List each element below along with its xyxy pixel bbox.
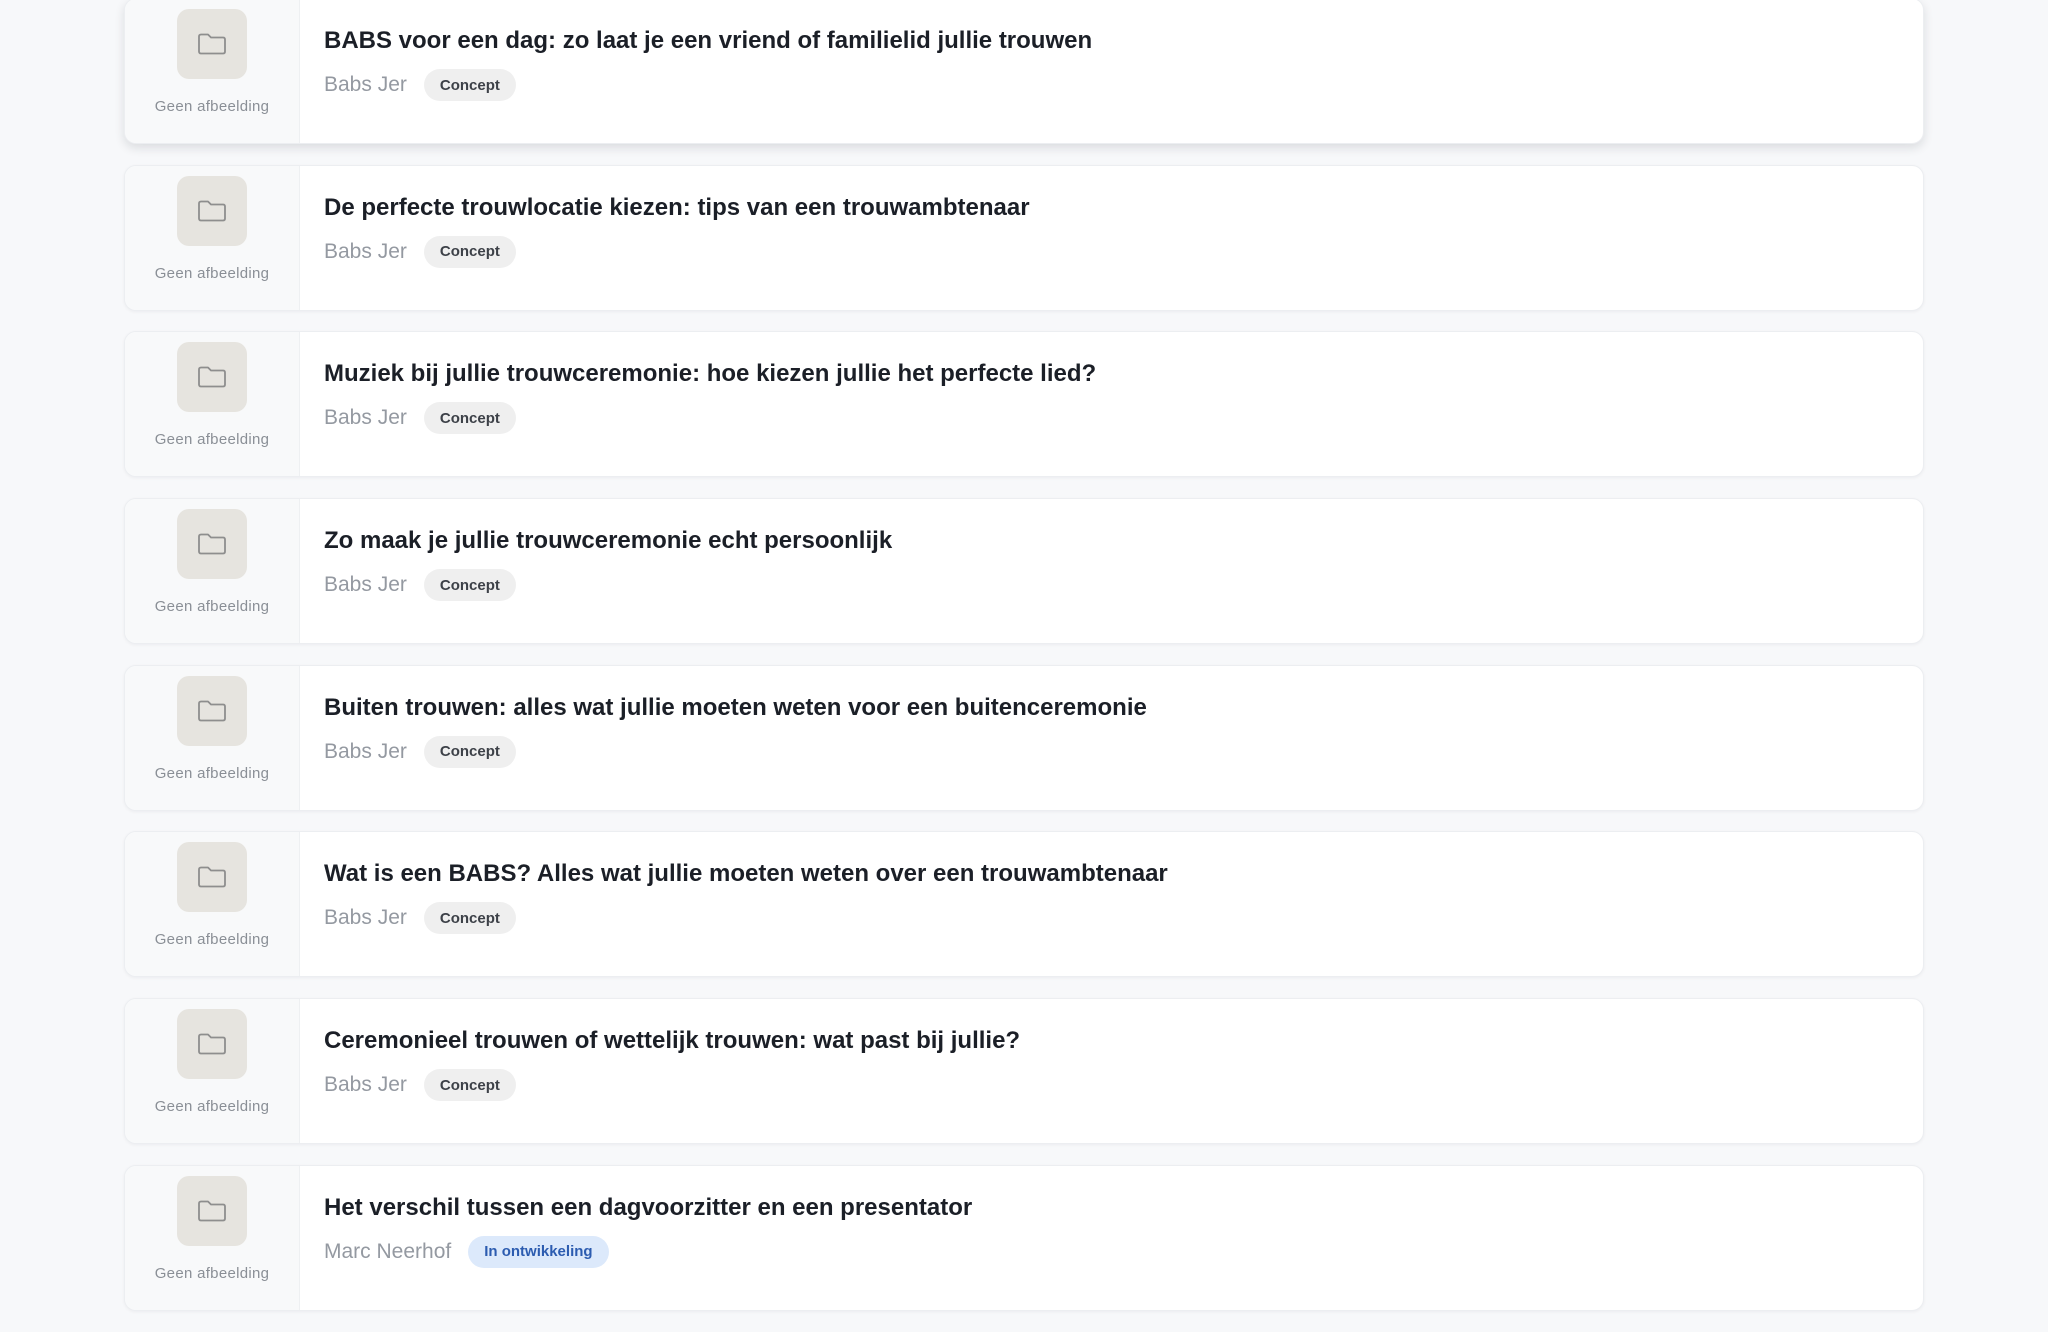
no-image-label: Geen afbeelding	[154, 1264, 270, 1282]
article-card[interactable]: Geen afbeelding De perfecte trouwlocatie…	[124, 164, 1924, 311]
no-image-label: Geen afbeelding	[154, 1098, 270, 1116]
thumbnail-placeholder: Geen afbeelding	[125, 0, 300, 143]
article-title[interactable]: BABS voor een dag: zo laat je een vriend…	[324, 25, 1923, 57]
article-author: Babs Jer	[324, 906, 407, 930]
folder-icon	[177, 842, 247, 913]
article-title[interactable]: Het verschil tussen een dagvoorzitter en…	[324, 1192, 1923, 1224]
article-author: Babs Jer	[324, 573, 407, 597]
article-author: Marc Neerhof	[324, 1239, 452, 1263]
status-badge: Concept	[423, 1069, 516, 1102]
folder-icon	[177, 1175, 247, 1246]
article-card[interactable]: Geen afbeelding Buiten trouwen: alles wa…	[124, 664, 1924, 811]
article-card[interactable]: Geen afbeelding Wat is een BABS? Alles w…	[124, 831, 1924, 978]
folder-icon	[177, 675, 247, 746]
no-image-label: Geen afbeelding	[154, 764, 270, 782]
status-badge: Concept	[423, 569, 516, 602]
article-list: Geen afbeelding BABS voor een dag: zo la…	[124, 0, 1924, 1332]
folder-icon	[177, 509, 247, 580]
article-title[interactable]: De perfecte trouwlocatie kiezen: tips va…	[324, 192, 1923, 224]
article-title[interactable]: Muziek bij jullie trouwceremonie: hoe ki…	[324, 358, 1923, 390]
folder-icon	[177, 175, 247, 246]
thumbnail-placeholder: Geen afbeelding	[125, 332, 300, 477]
no-image-label: Geen afbeelding	[154, 264, 270, 282]
article-card[interactable]: Geen afbeelding Muziek bij jullie trouwc…	[124, 331, 1924, 478]
no-image-label: Geen afbeelding	[154, 431, 270, 449]
thumbnail-placeholder: Geen afbeelding	[125, 499, 300, 644]
no-image-label: Geen afbeelding	[154, 931, 270, 949]
folder-icon	[177, 342, 247, 413]
status-badge: In ontwikkeling	[468, 1235, 609, 1268]
article-title[interactable]: Wat is een BABS? Alles wat jullie moeten…	[324, 858, 1923, 890]
article-card[interactable]: Geen afbeelding Ceremonieel trouwen of w…	[124, 998, 1924, 1145]
status-badge: Concept	[423, 402, 516, 435]
thumbnail-placeholder: Geen afbeelding	[125, 1165, 300, 1310]
folder-icon	[177, 9, 247, 79]
thumbnail-placeholder: Geen afbeelding	[125, 665, 300, 810]
thumbnail-placeholder: Geen afbeelding	[125, 999, 300, 1144]
article-title[interactable]: Buiten trouwen: alles wat jullie moeten …	[324, 692, 1923, 724]
thumbnail-placeholder: Geen afbeelding	[125, 165, 300, 310]
article-author: Babs Jer	[324, 739, 407, 763]
article-card[interactable]: Geen afbeelding Het verschil tussen een …	[124, 1164, 1924, 1311]
article-author: Babs Jer	[324, 1073, 407, 1097]
no-image-label: Geen afbeelding	[154, 598, 270, 616]
status-badge: Concept	[423, 235, 516, 268]
article-title[interactable]: Zo maak je jullie trouwceremonie echt pe…	[324, 525, 1923, 557]
status-badge: Concept	[423, 735, 516, 768]
status-badge: Concept	[423, 902, 516, 935]
article-card[interactable]: Geen afbeelding Zo maak je jullie trouwc…	[124, 498, 1924, 645]
folder-icon	[177, 1009, 247, 1080]
status-badge: Concept	[423, 69, 516, 101]
article-author: Babs Jer	[324, 73, 407, 96]
article-title[interactable]: Ceremonieel trouwen of wettelijk trouwen…	[324, 1025, 1923, 1057]
article-author: Babs Jer	[324, 239, 407, 263]
thumbnail-placeholder: Geen afbeelding	[125, 832, 300, 977]
no-image-label: Geen afbeelding	[154, 98, 270, 115]
article-author: Babs Jer	[324, 406, 407, 430]
article-card[interactable]: Geen afbeelding BABS voor een dag: zo la…	[124, 0, 1924, 144]
